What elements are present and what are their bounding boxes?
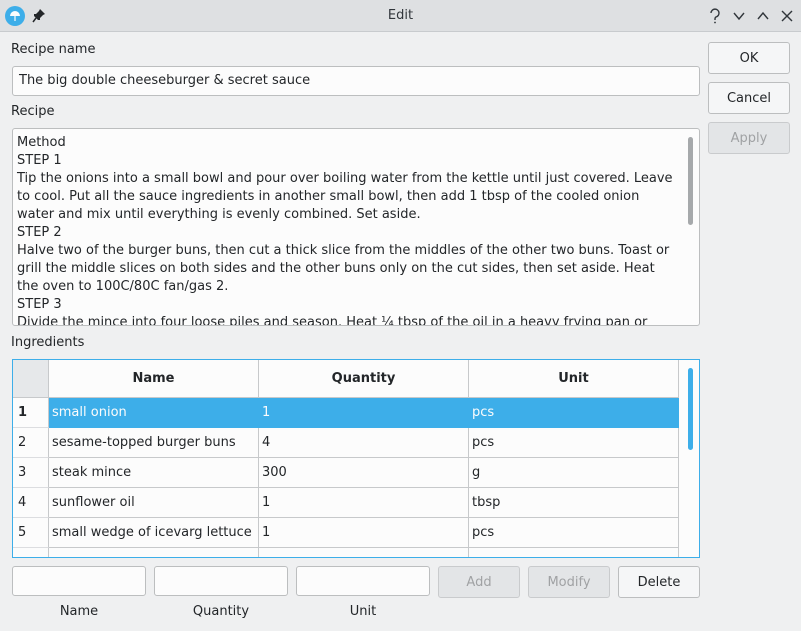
recipe-name-input[interactable]: The big double cheeseburger & secret sau… — [12, 66, 700, 96]
name-input[interactable] — [12, 566, 146, 596]
table-cell-unit[interactable]: pcs — [469, 398, 679, 428]
table-cell-unit[interactable]: pcs — [469, 518, 679, 548]
unit-field-label: Unit — [349, 604, 377, 619]
modify-button[interactable]: Modify — [528, 566, 610, 598]
table-scrollbar-thumb[interactable] — [688, 368, 693, 450]
table-cell-quantity[interactable]: 1 — [259, 518, 469, 548]
recipe-line: STEP 3 — [17, 297, 62, 312]
table-cell-unit[interactable] — [469, 548, 679, 557]
table-cell-quantity[interactable]: 300 — [259, 458, 469, 488]
recipe-scrollbar-thumb[interactable] — [688, 137, 693, 225]
table-cell-quantity[interactable]: 1 — [259, 488, 469, 518]
recipe-line: Halve two of the burger buns, then cut a… — [17, 243, 670, 294]
recipe-line: STEP 2 — [17, 225, 62, 240]
column-header-unit[interactable]: Unit — [469, 360, 679, 398]
title-bar: Edit — [0, 0, 801, 32]
recipe-text: Method STEP 1 Tip the onions into a smal… — [17, 134, 677, 326]
table-cell-name[interactable]: steak mince — [49, 458, 259, 488]
window-title: Edit — [387, 8, 414, 23]
ingredients-label: Ingredients — [11, 335, 85, 350]
recipe-line: Divide the mince into four loose piles a… — [17, 315, 648, 326]
row-number[interactable] — [13, 548, 49, 557]
table-cell-unit[interactable]: g — [469, 458, 679, 488]
table-cell-quantity[interactable]: 4 — [259, 428, 469, 458]
maximize-icon[interactable] — [754, 7, 772, 25]
recipe-line: Method — [17, 135, 66, 150]
unit-input[interactable] — [296, 566, 430, 596]
row-number[interactable]: 1 — [13, 398, 49, 428]
table-cell-quantity[interactable] — [259, 548, 469, 557]
row-number[interactable]: 2 — [13, 428, 49, 458]
minimize-icon[interactable] — [730, 7, 748, 25]
close-icon[interactable] — [778, 7, 796, 25]
quantity-field-label: Quantity — [192, 604, 250, 619]
delete-button[interactable]: Delete — [618, 566, 700, 598]
recipe-textarea[interactable]: Method STEP 1 Tip the onions into a smal… — [12, 128, 700, 326]
column-header-name[interactable]: Name — [49, 360, 259, 398]
table-cell-name[interactable]: sunflower oil — [49, 488, 259, 518]
table-cell-unit[interactable]: pcs — [469, 428, 679, 458]
recipe-line: STEP 1 — [17, 153, 62, 168]
table-cell-name[interactable] — [49, 548, 259, 557]
name-field-label: Name — [59, 604, 99, 619]
apply-button[interactable]: Apply — [708, 122, 790, 154]
help-icon[interactable] — [706, 7, 724, 25]
table-cell-name[interactable]: small onion — [49, 398, 259, 428]
recipe-scrollbar[interactable] — [685, 129, 695, 325]
table-scrollbar[interactable] — [685, 360, 695, 557]
row-number[interactable]: 3 — [13, 458, 49, 488]
table-cell-quantity[interactable]: 1 — [259, 398, 469, 428]
quantity-input[interactable] — [154, 566, 288, 596]
row-number[interactable]: 4 — [13, 488, 49, 518]
recipe-line: Tip the onions into a small bowl and pou… — [17, 171, 673, 222]
add-button[interactable]: Add — [438, 566, 520, 598]
table-corner[interactable] — [13, 360, 49, 398]
recipe-label: Recipe — [11, 104, 55, 119]
cancel-button[interactable]: Cancel — [708, 82, 790, 114]
column-header-quantity[interactable]: Quantity — [259, 360, 469, 398]
recipe-name-label: Recipe name — [11, 42, 96, 57]
table-cell-unit[interactable]: tbsp — [469, 488, 679, 518]
table-cell-name[interactable]: small wedge of icevarg lettuce — [49, 518, 259, 548]
table-cell-name[interactable]: sesame-topped burger buns — [49, 428, 259, 458]
ingredients-table[interactable]: Name Quantity Unit 1 small onion 1 pcs 2… — [12, 359, 700, 558]
ok-button[interactable]: OK — [708, 42, 790, 74]
row-number[interactable]: 5 — [13, 518, 49, 548]
